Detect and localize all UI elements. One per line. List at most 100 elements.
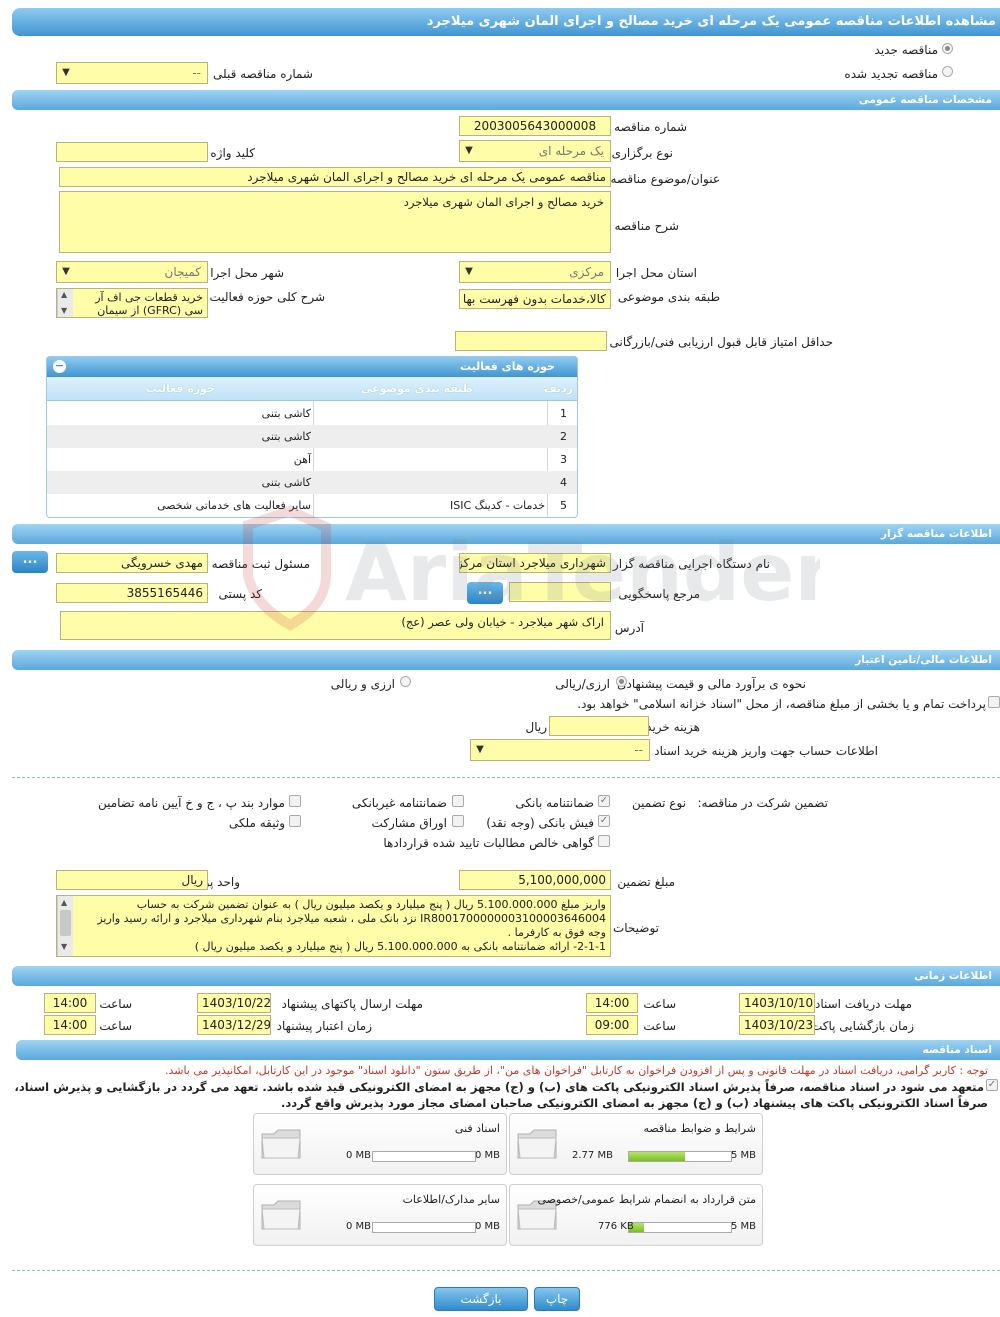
guarantee-amount-label: مبلغ تضمین	[617, 875, 675, 889]
doc-tile-max: 5 MB	[730, 1150, 756, 1161]
claims-label: گواهی خالص مطالبات تایید شده قراردادها	[383, 836, 594, 850]
prev-number-select[interactable]: -- ▼	[56, 62, 208, 84]
min-score-label: حداقل امتیاز قابل قبول ارزیابی فنی/بازرگ…	[609, 335, 833, 349]
send-label: مهلت ارسال پاکتهای پیشنهاد	[281, 997, 423, 1011]
doc-tile-name: سایر مدارک/اطلاعات	[402, 1193, 500, 1206]
table-row: 4 کاشی بتنی	[47, 471, 577, 494]
page-title: مشاهده اطلاعات مناقصه عمومی یک مرحله ای …	[12, 8, 1000, 36]
collapse-icon[interactable]: −	[53, 360, 66, 373]
doc-tile-progress	[372, 1222, 476, 1233]
doc-tile-progress	[628, 1222, 732, 1233]
col-category: طبقه بندی موضوعی	[360, 382, 473, 395]
new-tender-radio[interactable]	[942, 43, 953, 54]
bank-guarantee-checkbox[interactable]: ✓	[598, 795, 610, 807]
non-bank-checkbox[interactable]	[452, 795, 464, 807]
keyword-field[interactable]	[56, 142, 208, 162]
account-value: --	[634, 743, 643, 757]
non-bank-label: ضمانتنامه غیربانکی	[351, 796, 447, 810]
send-date-field: 1403/10/22	[197, 993, 271, 1013]
treasury-checkbox[interactable]	[988, 696, 1000, 708]
desc-field: خرید مصالح و اجرای المان شهری میلاجرد	[59, 191, 611, 253]
estimate-rial-label: ارزی/ریالی	[555, 677, 610, 691]
commit-checkbox[interactable]: ✓	[986, 1079, 998, 1091]
doc-tile-name: اسناد فنی	[454, 1122, 500, 1135]
receive-time-field: 14:00	[586, 993, 638, 1013]
chevron-down-icon: ▼	[476, 744, 484, 755]
property-label: وثیقه ملکی	[228, 816, 285, 830]
section-documents: اسناد مناقصه	[16, 1040, 1000, 1060]
estimate-label: نحوه ی برآورد مالی و قیمت پیشنهادی	[617, 677, 806, 691]
receive-label: مهلت دریافت اسناد	[814, 997, 912, 1011]
category-label: طبقه بندی موضوعی	[617, 290, 720, 304]
account-select[interactable]: -- ▼	[470, 739, 650, 761]
bank-guarantee-label: ضمانتنامه بانکی	[515, 796, 594, 810]
chevron-down-icon: ▼	[62, 67, 70, 78]
province-value: مرکزی	[569, 265, 604, 279]
province-label: استان محل اجرا	[615, 266, 697, 280]
reference-more-button[interactable]: ...	[467, 582, 503, 604]
doc-tile-current: 0 MB	[346, 1221, 372, 1232]
bonds-checkbox[interactable]	[452, 815, 464, 827]
doc-tile-other[interactable]: سایر مدارک/اطلاعات 50 MB 0 MB	[253, 1184, 507, 1246]
time-label: ساعت	[99, 997, 132, 1011]
desc-label: شرح مناقصه	[614, 219, 679, 233]
bank-receipt-checkbox[interactable]: ✓	[598, 815, 610, 827]
subject-field: مناقصه عمومی یک مرحله ای خرید مصالح و اج…	[59, 167, 611, 187]
account-label: اطلاعات حساب جهت واریز هزینه خرید اسناد	[654, 744, 878, 758]
notes-label: توضیحات	[612, 921, 659, 935]
activities-table: حوزه های فعالیت − ردیف طبقه بندی موضوعی …	[46, 356, 578, 518]
doc-tile-max: 5 MB	[730, 1221, 756, 1232]
section-timing: اطلاعات زمانی	[12, 966, 1000, 986]
back-button[interactable]: بازگشت	[434, 1287, 528, 1311]
chevron-down-icon: ▼	[465, 266, 473, 277]
currency-field: ریال	[56, 870, 208, 890]
org-label: نام دستگاه اجرایی مناقصه گزار	[612, 557, 770, 571]
notes-field: واریز مبلغ 5.100.000.000 ریال ( پنج میلی…	[56, 895, 611, 957]
renewed-tender-radio[interactable]	[942, 66, 953, 77]
doc-tile-technical[interactable]: اسناد فنی 50 MB 0 MB	[253, 1113, 507, 1175]
time-label: ساعت	[99, 1019, 132, 1033]
subject-label: عنوان/موضوع مناقصه	[610, 172, 720, 186]
commit-text-1: متعهد می شود در اسناد مناقصه، صرفاً پذیر…	[14, 1080, 984, 1094]
holding-type-value: یک مرحله ای	[538, 144, 604, 158]
doc-cost-unit: ریال	[525, 720, 547, 734]
estimate-rial-radio[interactable]	[616, 676, 627, 687]
bylaw-checkbox[interactable]	[289, 795, 301, 807]
doc-tile-contract[interactable]: متن قرارداد به انضمام شرایط عمومی/خصوصی …	[509, 1184, 763, 1246]
province-select[interactable]: مرکزی ▼	[459, 261, 611, 283]
reference-label: مرجع پاسخگویی	[618, 587, 700, 601]
chevron-down-icon: ▼	[465, 145, 473, 156]
claims-checkbox[interactable]	[598, 835, 610, 847]
prev-number-value: --	[192, 66, 201, 80]
scope-scrollbar[interactable]: ▲ ▼	[57, 289, 73, 317]
category-field: کالا،خدمات بدون فهرست بها	[459, 289, 611, 309]
activities-header: ردیف طبقه بندی موضوعی حوزه فعالیت	[47, 377, 577, 401]
notes-scrollbar[interactable]: ▲ ▼	[57, 896, 73, 956]
city-select[interactable]: کمیجان ▼	[56, 261, 208, 283]
time-label: ساعت	[643, 997, 676, 1011]
valid-time-field: 14:00	[44, 1015, 96, 1035]
open-time-field: 09:00	[586, 1015, 638, 1035]
prev-number-label: شماره مناقصه قبلی	[213, 67, 313, 81]
doc-tile-progress	[628, 1151, 732, 1162]
guarantee-amount-field: 5,100,000,000	[459, 870, 611, 890]
postal-label: کد پستی	[218, 587, 263, 601]
guarantee-title: تضمین شرکت در مناقصه:	[697, 796, 828, 810]
postal-field: 3855165446	[56, 583, 208, 603]
print-button[interactable]: چاپ	[534, 1287, 580, 1311]
bank-receipt-label: فیش بانکی (وجه نقد)	[486, 816, 594, 830]
reference-field	[509, 582, 611, 602]
col-field: حوزه فعالیت	[145, 382, 215, 395]
estimate-both-radio[interactable]	[400, 676, 411, 687]
property-checkbox[interactable]	[289, 815, 301, 827]
doc-tile-name: متن قرارداد به انضمام شرایط عمومی/خصوصی	[537, 1193, 756, 1206]
min-score-field	[455, 331, 607, 351]
doc-tile-terms[interactable]: شرایط و ضوابط مناقصه 5 MB 2.77 MB	[509, 1113, 763, 1175]
holding-type-select[interactable]: یک مرحله ای ▼	[459, 140, 611, 162]
guarantee-type-label: نوع تضمین	[632, 796, 686, 810]
doc-tile-current: 776 KB	[598, 1221, 634, 1232]
valid-date-field: 1403/12/29	[197, 1015, 271, 1035]
org-field: شهرداری میلاجرد استان مرکزی	[459, 553, 611, 573]
address-field: اراک شهر میلاجرد - خیابان ولی عصر (عج)	[60, 611, 611, 640]
registrar-more-button[interactable]: ...	[12, 551, 48, 573]
